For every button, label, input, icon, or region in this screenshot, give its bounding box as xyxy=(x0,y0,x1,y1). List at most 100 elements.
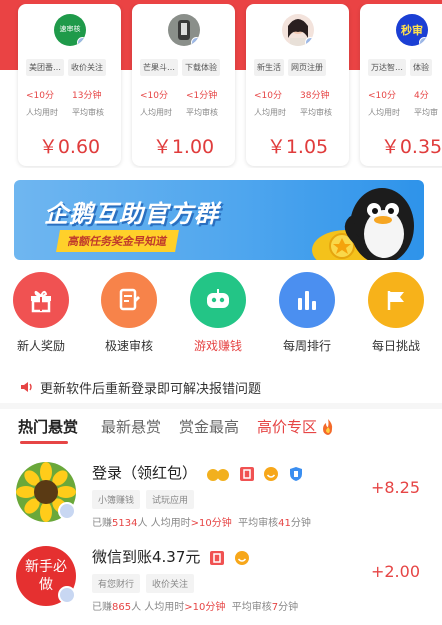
review-prefix: 平均审核 xyxy=(231,602,272,613)
card-tag: 体验 xyxy=(410,59,432,76)
entry-new-user-reward[interactable]: 新人奖励 xyxy=(0,272,85,354)
review-time-label: 平均审核 xyxy=(186,108,218,117)
task-tag: 有您财行 xyxy=(92,574,141,593)
document-icon xyxy=(101,272,157,328)
avg-time-value: <10分 xyxy=(254,91,282,101)
active-tab-indicator xyxy=(20,441,68,444)
logo-text: 秒审 xyxy=(401,24,423,37)
task-name: 登录（领红包） xyxy=(92,464,198,482)
app-logo: 速审核 xyxy=(54,14,86,46)
avg-time: >10分钟 xyxy=(190,518,232,529)
earned-count: 5134 xyxy=(112,518,138,529)
banner-subtitle: 高额任务奖金早知道 xyxy=(56,230,179,252)
tab-highest-reward[interactable]: 赏金最高 xyxy=(179,416,239,437)
task-tag: 试玩应用 xyxy=(146,490,195,509)
task-tag: 收价关注 xyxy=(146,574,195,593)
avg-time-label: 人均用时 xyxy=(140,108,172,117)
avg-time-label: 人均用时 xyxy=(26,108,58,117)
entry-label: 每周排行 xyxy=(282,339,331,353)
task-card[interactable]: 速审核 美团番… 收价关注 <10分 人均用时 13分钟 平均审核 ￥0.60 xyxy=(18,4,121,166)
logo-text: 速审核 xyxy=(59,25,81,33)
card-price: ￥0.35 xyxy=(380,136,442,158)
entry-weekly-rank[interactable]: 每周排行 xyxy=(263,272,351,354)
notice-text: 更新软件后重新登录即可解决报错问题 xyxy=(40,382,262,397)
entry-fast-review[interactable]: 极速审核 xyxy=(85,272,173,354)
earned-suffix: 人 人均用时 xyxy=(131,602,185,613)
gamepad-icon xyxy=(190,272,246,328)
task-reward: +8.25 xyxy=(370,478,420,497)
card-price: ￥0.60 xyxy=(38,136,101,158)
avg-time-label: 人均用时 xyxy=(254,108,286,117)
task-card[interactable]: 芒果斗… 下载体验 <10分人均用时 <1分钟平均审核 ￥1.00 xyxy=(132,4,235,166)
card-price: ￥1.05 xyxy=(266,136,329,158)
card-tag: 万达智… xyxy=(368,59,406,76)
task-card-carousel[interactable]: 速审核 美团番… 收价关注 <10分人均用时 13分钟平均审核 ￥0.60 芒果… xyxy=(0,4,442,168)
review-time-value: 13分钟 xyxy=(72,91,102,101)
task-meta: 已赚5134人 人均用时>10分钟 平均审核41分钟 xyxy=(92,514,311,529)
top-badge-icon xyxy=(210,550,225,565)
card-price: ￥1.00 xyxy=(152,136,215,158)
entry-daily-challenge[interactable]: 每日挑战 xyxy=(352,272,440,354)
verified-badge-icon xyxy=(77,37,86,46)
review-suffix: 分钟 xyxy=(290,518,311,529)
tab-latest-bounty[interactable]: 最新悬赏 xyxy=(101,416,161,437)
verified-badge-icon xyxy=(58,502,76,520)
review-time-value: 38分钟 xyxy=(300,91,330,101)
task-row[interactable]: 登录（领红包） 小簿赚钱 试玩应用 已赚5134人 人均用时>10分钟 平均审核… xyxy=(0,450,442,534)
fire-icon xyxy=(323,419,333,435)
avg-time-value: <10分 xyxy=(368,91,396,101)
money-bag-icon xyxy=(206,468,229,481)
verified-badge-icon xyxy=(419,37,428,46)
notice-bar[interactable]: 更新软件后重新登录即可解决报错问题 xyxy=(0,370,442,404)
task-card[interactable]: 秒审 万达智… 体验 <10分 人均用时 4分 平均审 ￥0.35 xyxy=(360,4,442,166)
review-prefix: 平均审核 xyxy=(238,518,279,529)
tab-premium-zone[interactable]: 高价专区 xyxy=(257,416,317,437)
quick-entries: 新人奖励 极速审核 游戏赚钱 每周排行 每日挑战 xyxy=(0,272,442,364)
tab-hot-bounty[interactable]: 热门悬赏 xyxy=(18,416,78,437)
earned-count: 865 xyxy=(112,602,132,613)
review-suffix: 分钟 xyxy=(278,602,299,613)
penguin-illustration-icon xyxy=(312,188,414,260)
app-logo xyxy=(282,14,314,46)
review-time-value: <1分钟 xyxy=(186,91,218,101)
review-time: 41 xyxy=(278,518,291,529)
section-divider xyxy=(0,403,442,409)
earned-prefix: 已赚 xyxy=(92,602,112,613)
card-tag: 收价关注 xyxy=(68,59,106,76)
verified-badge-icon xyxy=(305,37,314,46)
speaker-icon xyxy=(21,382,32,392)
task-card[interactable]: 新生活 网页注册 <10分 人均用时 38分钟 平均审核 ￥1.05 xyxy=(246,4,349,166)
avg-time-value: <10分 xyxy=(140,91,168,101)
gift-icon xyxy=(13,272,69,328)
card-tag: 芒果斗… xyxy=(140,59,178,76)
top-badge-icon xyxy=(239,466,254,481)
app-logo xyxy=(168,14,200,46)
task-row[interactable]: 新手必做 微信到账4.37元 有您财行 收价关注 已赚865人 人均用时>10分… xyxy=(0,534,442,618)
earned-suffix: 人 人均用时 xyxy=(137,518,191,529)
entry-label: 游戏赚钱 xyxy=(193,339,242,353)
banner-title: 企鹅互助官方群 xyxy=(44,200,219,228)
flag-icon xyxy=(368,272,424,328)
verified-badge-icon xyxy=(58,586,76,604)
task-meta: 已赚865人 人均用时>10分钟 平均审核7分钟 xyxy=(92,598,298,613)
bar-chart-icon xyxy=(279,272,335,328)
promo-banner[interactable]: 企鹅互助官方群 高额任务奖金早知道 xyxy=(14,180,424,260)
verified-badge-icon xyxy=(191,37,200,46)
smile-badge-icon xyxy=(234,550,249,565)
card-tag: 美团番… xyxy=(26,59,64,76)
card-tag: 新生活 xyxy=(254,59,284,76)
task-name: 微信到账4.37元 xyxy=(92,548,201,566)
entry-label: 极速审核 xyxy=(104,339,153,353)
review-time-value: 4分 xyxy=(414,91,429,101)
earned-prefix: 已赚 xyxy=(92,518,112,529)
bounty-tabs: 热门悬赏 最新悬赏 赏金最高 高价专区 xyxy=(0,412,442,446)
entry-label: 每日挑战 xyxy=(371,339,420,353)
app-logo: 秒审 xyxy=(396,14,428,46)
entry-game-earn[interactable]: 游戏赚钱 xyxy=(174,272,262,354)
avg-time-value: <10分 xyxy=(26,91,54,101)
avg-time: >10分钟 xyxy=(184,602,226,613)
card-tag: 下载体验 xyxy=(182,59,220,76)
shield-badge-icon xyxy=(290,466,303,481)
task-reward: +2.00 xyxy=(370,562,420,581)
task-tag: 小簿赚钱 xyxy=(92,490,141,509)
